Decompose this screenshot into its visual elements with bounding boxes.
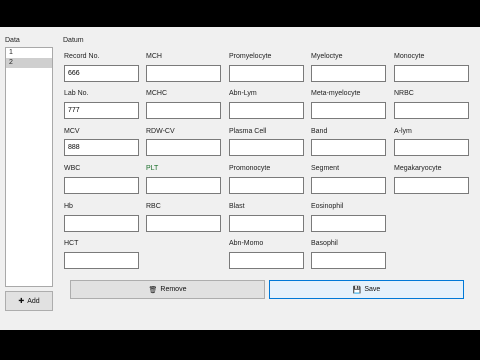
plasma-cell-field[interactable] [229,139,304,156]
add-icon: ✚ [18,298,25,305]
rbc-field[interactable] [146,215,221,232]
plt-field[interactable] [146,177,221,194]
rdw-cv-label: RDW-CV [146,128,175,135]
mcv-field[interactable] [64,139,139,156]
abn-momo-label: Abn-Momo [229,240,264,247]
add-button-label: Add [27,297,40,305]
basophil-label: Basophil [311,240,338,247]
save-button[interactable]: 💾 Save [269,280,464,299]
app-window: Data 1 2 ✚ Add Datum Record No. Lab No. … [0,27,480,330]
datum-group-label: Datum [63,37,84,44]
wbc-field[interactable] [64,177,139,194]
band-label: Band [311,128,328,135]
remove-button[interactable]: 🗑 Remove [70,280,265,299]
myeloctye-field[interactable] [311,65,386,82]
add-button[interactable]: ✚ Add [5,291,53,311]
mch-label: MCH [146,53,162,60]
promyelocyte-label: Promyelocyte [229,53,272,60]
floppy-disk-icon: 💾 [352,286,362,294]
record-no-field[interactable] [64,65,139,82]
hct-field[interactable] [64,252,139,269]
a-lym-field[interactable] [394,139,469,156]
blast-label: Blast [229,203,245,210]
hb-field[interactable] [64,215,139,232]
a-lym-label: A-lym [394,128,412,135]
promonocyte-field[interactable] [229,177,304,194]
megakaryocyte-label: Megakaryocyte [394,165,442,172]
mch-field[interactable] [146,65,221,82]
abn-lym-field[interactable] [229,102,304,119]
data-group-label: Data [5,37,20,44]
abn-lym-label: Abn-Lym [229,90,257,97]
hb-label: Hb [64,203,73,210]
monocyte-label: Monocyte [394,53,425,60]
promonocyte-label: Promonocyte [229,165,271,172]
rbc-label: RBC [146,203,161,210]
blast-field[interactable] [229,215,304,232]
trash-icon: 🗑 [148,286,158,294]
save-button-label: Save [364,286,381,293]
lab-no-label: Lab No. [64,90,89,97]
wbc-label: WBC [64,165,81,172]
lab-no-field[interactable] [64,102,139,119]
remove-button-label: Remove [160,286,187,293]
abn-momo-field[interactable] [229,252,304,269]
myeloctye-label: Myeloctye [311,53,343,60]
list-item[interactable]: 1 [6,48,52,58]
meta-myelocyte-label: Meta-myelocyte [311,90,361,97]
segment-label: Segment [311,165,340,172]
nrbc-field[interactable] [394,102,469,119]
plt-label: PLT [146,165,159,172]
list-item-selected[interactable]: 2 [6,58,52,68]
mchc-label: MCHC [146,90,167,97]
monocyte-field[interactable] [394,65,469,82]
band-field[interactable] [311,139,386,156]
hct-label: HCT [64,240,79,247]
meta-myelocyte-field[interactable] [311,102,386,119]
basophil-field[interactable] [311,252,386,269]
megakaryocyte-field[interactable] [394,177,469,194]
mcv-label: MCV [64,128,80,135]
promyelocyte-field[interactable] [229,65,304,82]
eosinophil-field[interactable] [311,215,386,232]
rdw-cv-field[interactable] [146,139,221,156]
nrbc-label: NRBC [394,90,414,97]
record-no-label: Record No. [64,53,100,60]
data-listbox[interactable]: 1 2 [5,47,53,287]
mchc-field[interactable] [146,102,221,119]
eosinophil-label: Eosinophil [311,203,344,210]
plasma-cell-label: Plasma Cell [229,128,267,135]
segment-field[interactable] [311,177,386,194]
